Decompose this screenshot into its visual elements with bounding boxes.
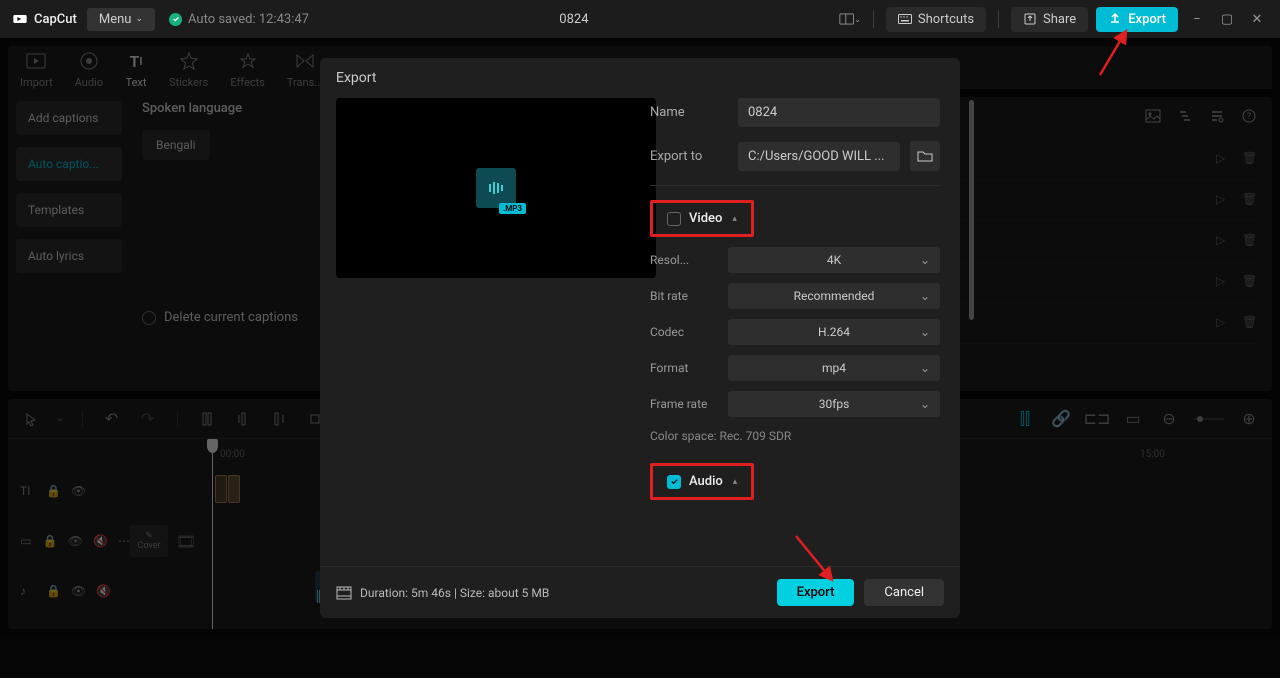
name-label: Name <box>650 105 728 120</box>
export-to-label: Export to <box>650 149 728 164</box>
export-button-top[interactable]: Export <box>1096 7 1178 32</box>
capcut-logo-icon <box>12 11 28 27</box>
framerate-select[interactable]: 30fps <box>728 391 940 417</box>
resolution-select[interactable]: 4K <box>728 247 940 273</box>
checkbox-on-icon <box>667 475 681 489</box>
folder-icon <box>917 149 933 163</box>
export-dialog-footer: Duration: 5m 46s | Size: about 5 MB Expo… <box>320 566 960 618</box>
mp3-file-icon: .MP3 <box>476 168 516 208</box>
top-actions: ⌄ Shortcuts Share Export − ▢ ✕ <box>839 7 1268 32</box>
keyboard-icon <box>898 14 912 24</box>
export-path: C:/Users/GOOD WILL ... <box>738 142 900 171</box>
export-preview: .MP3 <box>320 98 650 566</box>
export-info: Duration: 5m 46s | Size: about 5 MB <box>336 586 777 600</box>
format-select[interactable]: mp4 <box>728 355 940 381</box>
bitrate-select[interactable]: Recommended <box>728 283 940 309</box>
topbar: CapCut Menu ⌄ Auto saved: 12:43:47 0824 … <box>0 0 1280 38</box>
audio-section-toggle[interactable]: Audio ▴ <box>650 463 754 500</box>
maximize-button[interactable]: ▢ <box>1216 8 1238 30</box>
autosave-status: Auto saved: 12:43:47 <box>169 12 309 27</box>
export-form: Name Export to C:/Users/GOOD WILL ... Vi… <box>650 98 960 566</box>
codec-select[interactable]: H.264 <box>728 319 940 345</box>
export-dialog-title: Export <box>320 58 960 98</box>
color-space-hint: Color space: Rec. 709 SDR <box>650 429 940 443</box>
checkbox-off-icon <box>667 212 681 226</box>
share-button[interactable]: Share <box>1011 7 1088 32</box>
export-confirm-button[interactable]: Export <box>777 579 855 606</box>
browse-folder-button[interactable] <box>910 141 940 171</box>
scrollbar-thumb[interactable] <box>969 100 974 320</box>
video-section-toggle[interactable]: Video ▴ <box>650 200 754 237</box>
share-icon <box>1023 12 1037 26</box>
chevron-up-icon: ▴ <box>733 477 738 487</box>
preview-thumbnail: .MP3 <box>336 98 656 278</box>
brand: CapCut <box>12 11 77 27</box>
export-icon <box>1108 12 1122 26</box>
close-button[interactable]: ✕ <box>1246 8 1268 30</box>
export-dialog: Export .MP3 Name Export to C:/Users/GOOD… <box>320 58 960 618</box>
chevron-down-icon: ⌄ <box>135 14 143 24</box>
cancel-button[interactable]: Cancel <box>864 579 944 606</box>
project-name: 0824 <box>319 12 829 27</box>
chevron-up-icon: ▴ <box>732 214 737 224</box>
menu-button[interactable]: Menu ⌄ <box>87 8 155 31</box>
minimize-button[interactable]: − <box>1186 8 1208 30</box>
check-circle-icon <box>169 13 182 26</box>
name-input[interactable] <box>738 98 940 127</box>
shortcuts-button[interactable]: Shortcuts <box>886 7 986 32</box>
brand-label: CapCut <box>34 12 77 27</box>
film-strip-icon <box>336 586 352 600</box>
aspect-ratio-button[interactable]: ⌄ <box>839 8 861 30</box>
